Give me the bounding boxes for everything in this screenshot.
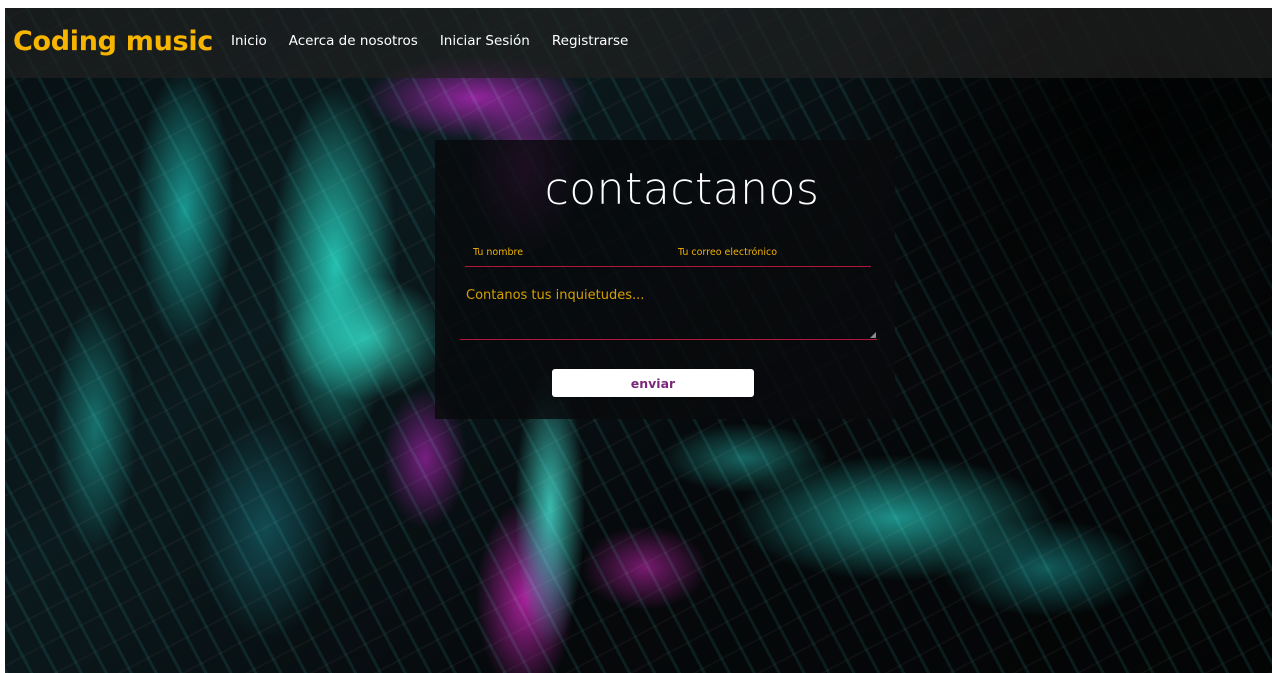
submit-button[interactable]: enviar (552, 369, 754, 397)
top-navbar: Coding music Inicio Acerca de nosotros I… (5, 8, 1272, 78)
email-field[interactable]: Tu correo electrónico (670, 243, 875, 268)
brand-logo[interactable]: Coding music (13, 28, 213, 55)
name-field[interactable]: Tu nombre (465, 243, 674, 268)
message-field[interactable] (460, 284, 877, 340)
name-input[interactable] (465, 243, 674, 268)
nav-link-inicio[interactable]: Inicio (231, 33, 267, 49)
page-frame: Coding music Inicio Acerca de nosotros I… (5, 8, 1272, 673)
contact-form: contactanos Tu nombre Tu correo electrón… (435, 140, 895, 419)
resize-grip-icon[interactable] (870, 332, 876, 338)
email-input[interactable] (670, 243, 875, 268)
nav-link-iniciar-sesion[interactable]: Iniciar Sesión (440, 33, 530, 49)
nav-link-acerca[interactable]: Acerca de nosotros (289, 33, 418, 49)
contact-title: contactanos (544, 164, 820, 215)
message-textarea[interactable] (460, 284, 877, 339)
nav-link-registrarse[interactable]: Registrarse (552, 33, 628, 49)
nav-links: Inicio Acerca de nosotros Iniciar Sesión… (231, 33, 650, 49)
